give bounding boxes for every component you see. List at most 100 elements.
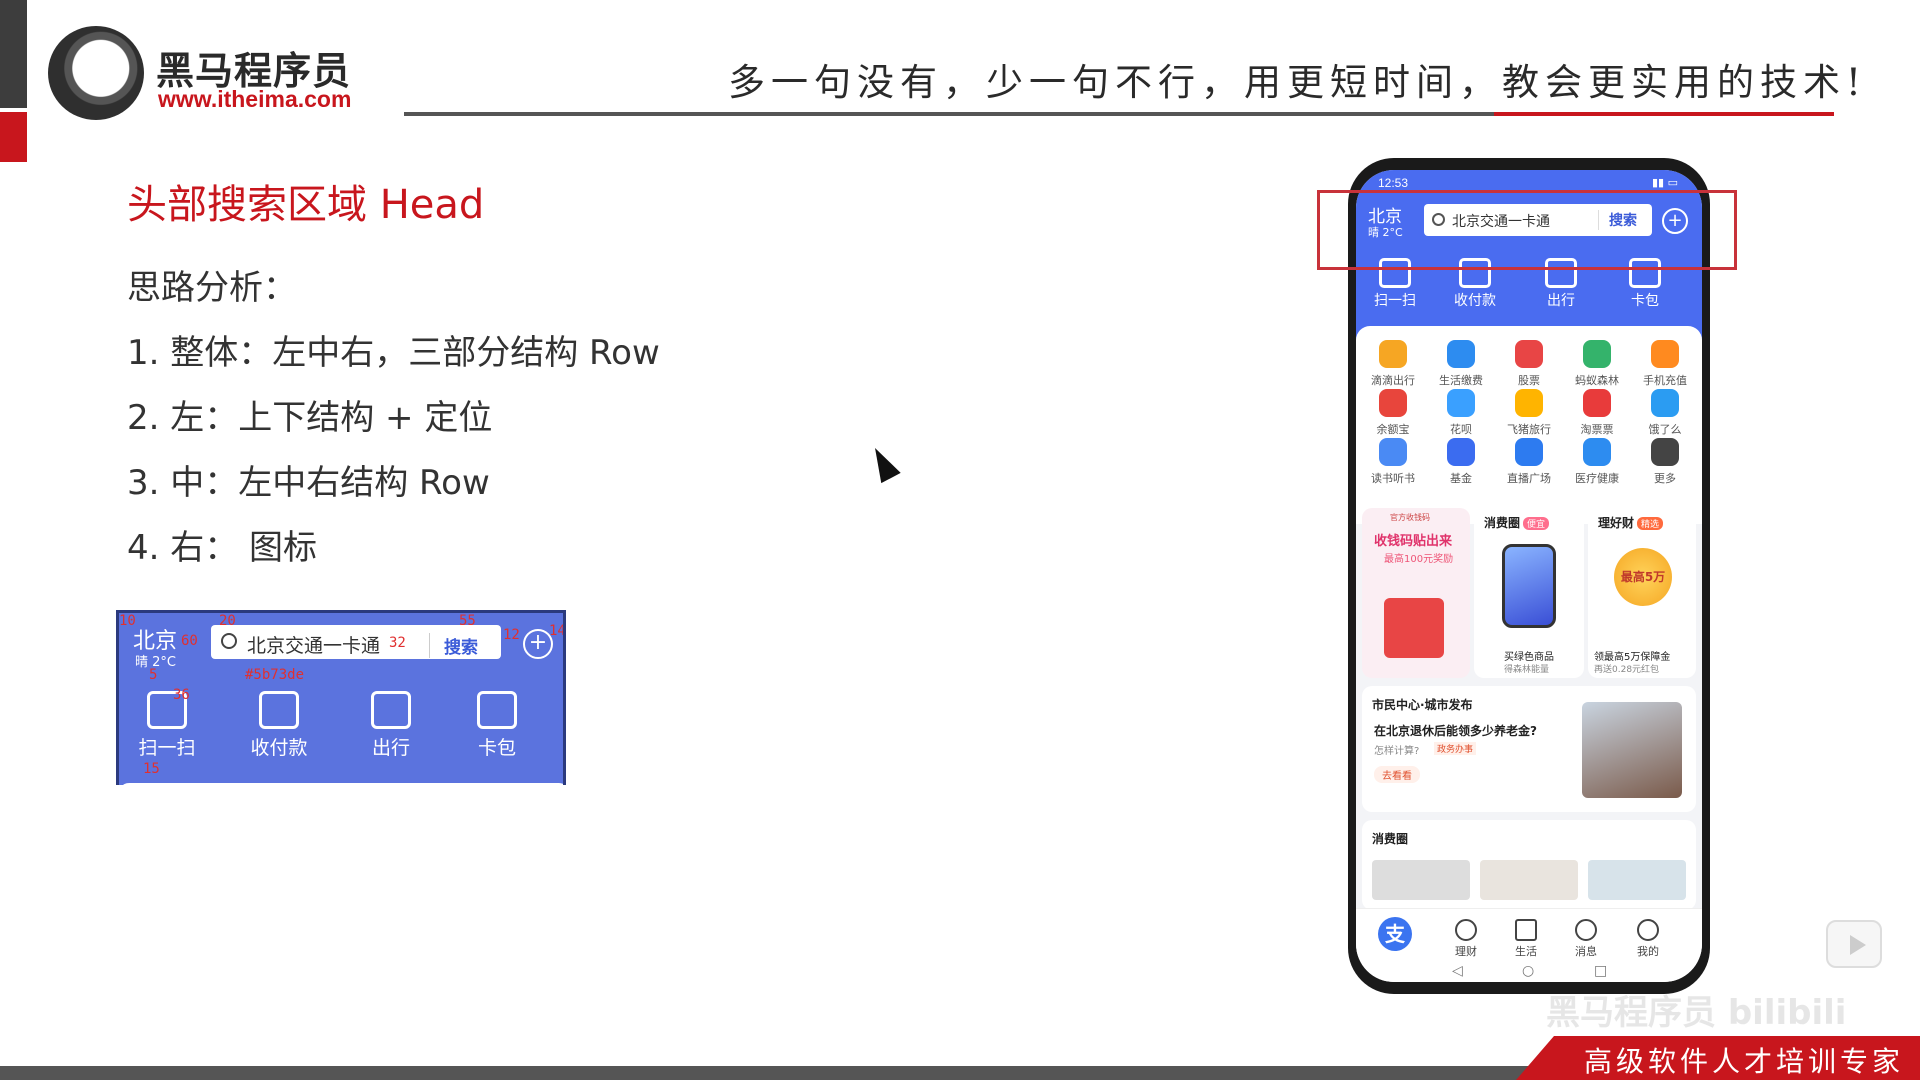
grid-label: 飞猪旅行 [1507,423,1551,436]
header-divider-accent [1494,112,1834,116]
product-name: 买绿色商品 [1504,652,1554,663]
annotation: 32 [389,635,406,651]
preview-search-button: 搜索 [429,633,478,658]
annotation: 36 [173,687,190,703]
preview-tool-pay: 收付款 [239,691,319,760]
grid-item[interactable]: 直播广场 [1495,438,1563,486]
slide-title: 头部搜索区域 Head [127,182,485,228]
finance-card[interactable]: 理好财 精选 最高5万 领最高5万保障金 再送0.28元红包 [1588,508,1696,678]
citizen-button[interactable]: 去看看 [1374,766,1420,783]
nav-label: 生活 [1515,945,1537,958]
consume2-card[interactable]: 消费圈 [1362,820,1696,910]
battery-icon: ▮▮ ▭ [1652,176,1678,189]
bottom-nav: 支 理财 生活 消息 我的 ◁ ○ □ [1356,908,1702,982]
app-icon [1651,389,1679,417]
phone-screen: 12:53 ▮▮ ▭ 北京 晴 2°C 北京交通一卡通 搜索 + 扫一扫 收付款… [1356,170,1702,982]
annotation: 20 [219,613,236,629]
phone-product-icon [1502,544,1556,628]
app-icon [1515,389,1543,417]
app-icon [1651,438,1679,466]
point-3: 3. 中：左中右结构 Row [127,463,490,503]
point-2: 2. 左：上下结构 + 定位 [127,398,493,438]
grid-label: 淘票票 [1580,423,1614,436]
play-icon[interactable] [1826,920,1882,968]
alipay-home-icon[interactable]: 支 [1378,917,1412,951]
annotation: 5 [149,667,158,683]
annotated-head-preview: 北京 晴 2°C 北京交通一卡通 搜索 + 扫一扫 收付款 出行 卡包 10 6… [116,610,566,785]
thumbnail [1588,860,1686,900]
consume-card[interactable]: 消费圈 便宜 买绿色商品 得森林能量 [1474,508,1584,678]
grid-label: 余额宝 [1376,423,1410,436]
nav-item-messages[interactable]: 消息 [1556,919,1616,959]
user-icon [1637,919,1659,941]
app-icon [1583,389,1611,417]
grid-item[interactable]: 花呗 [1427,389,1495,437]
annotation: 60 [181,633,198,649]
phone-tool-label: 卡包 [1631,293,1659,309]
preview-tool-label: 卡包 [477,737,516,759]
mouse-cursor-icon [865,442,901,484]
grid-label: 饿了么 [1648,423,1682,436]
annotation: 14 [549,623,566,639]
life-icon [1515,919,1537,941]
grid-label: 滴滴出行 [1371,374,1415,387]
preview-tool-wallet: 卡包 [457,691,537,760]
preview-search-box: 北京交通一卡通 搜索 [211,625,501,659]
finance-tag: 精选 [1637,517,1664,530]
app-icon [1379,438,1407,466]
grid-item[interactable]: 滴滴出行 [1359,340,1427,388]
app-icon [1583,438,1611,466]
home-circle-icon[interactable]: ○ [1522,963,1534,979]
grid-item[interactable]: 手机充值 [1631,340,1699,388]
nav-label: 消息 [1575,945,1597,958]
phone-tool-label: 收付款 [1454,293,1496,309]
recent-apps-icon[interactable]: □ [1594,963,1607,979]
phone-tool-label: 扫一扫 [1374,293,1416,309]
elder-illustration-icon [1582,702,1682,798]
grid-item[interactable]: 蚂蚁森林 [1563,340,1631,388]
thumbnail [1372,860,1470,900]
grid-item[interactable]: 飞猪旅行 [1495,389,1563,437]
consume-title-text: 消费圈 [1484,516,1521,530]
grid-item[interactable]: 医疗健康 [1563,438,1631,486]
thumbnail [1480,860,1578,900]
watermark: 黑马程序员 bilibili [1546,993,1847,1033]
app-icon [1447,438,1475,466]
footer-text: 高级软件人才培训专家 [1584,1045,1905,1078]
nav-item-life[interactable]: 生活 [1496,919,1556,959]
app-grid: 滴滴出行 生活缴费 股票 蚂蚁森林 手机充值余额宝 花呗 飞猪旅行 淘票票 饿了么读书听书 基金 直… [1356,326,1702,524]
grid-item[interactable]: 基金 [1427,438,1495,486]
head-highlight-frame [1317,190,1737,270]
left-edge-red-bar [0,112,27,162]
grid-label: 股票 [1518,374,1540,387]
search-icon [221,633,237,649]
app-icon [1379,389,1407,417]
grid-label: 医疗健康 [1575,472,1619,485]
grid-item[interactable]: 读书听书 [1359,438,1427,486]
citizen-sub: 怎样计算? [1374,746,1420,757]
preview-tool-scan: 扫一扫 [127,691,207,760]
grid-item[interactable]: 淘票票 [1563,389,1631,437]
promo-header: 官方收钱码 [1390,513,1430,522]
nav-item-finance[interactable]: 理财 [1436,919,1496,959]
grid-item[interactable]: 更多 [1631,438,1699,486]
brand-logo: 黑马程序员 www.itheima.com [48,26,378,121]
back-icon[interactable]: ◁ [1452,963,1463,979]
grid-label: 读书听书 [1371,472,1415,485]
travel-icon [371,691,411,729]
grid-item[interactable]: 生活缴费 [1427,340,1495,388]
preview-search-text: 北京交通一卡通 [247,635,381,657]
annotation: 12 [503,627,520,643]
grid-item[interactable]: 饿了么 [1631,389,1699,437]
grid-item[interactable]: 余额宝 [1359,389,1427,437]
promo-card[interactable]: 官方收钱码 收钱码贴出来 最高100元奖励 [1362,508,1470,678]
preview-tool-label: 出行 [371,737,410,759]
phone-tool-label: 出行 [1547,293,1575,309]
app-icon [1379,340,1407,368]
annotation: 10 [119,613,136,629]
grid-label: 手机充值 [1643,374,1687,387]
grid-item[interactable]: 股票 [1495,340,1563,388]
citizen-card[interactable]: 市民中心·城市发布 在北京退休后能领多少养老金? 怎样计算? 政务办事 去看看 [1362,686,1696,812]
point-4: 4. 右： 图标 [127,528,318,568]
nav-item-me[interactable]: 我的 [1618,919,1678,959]
